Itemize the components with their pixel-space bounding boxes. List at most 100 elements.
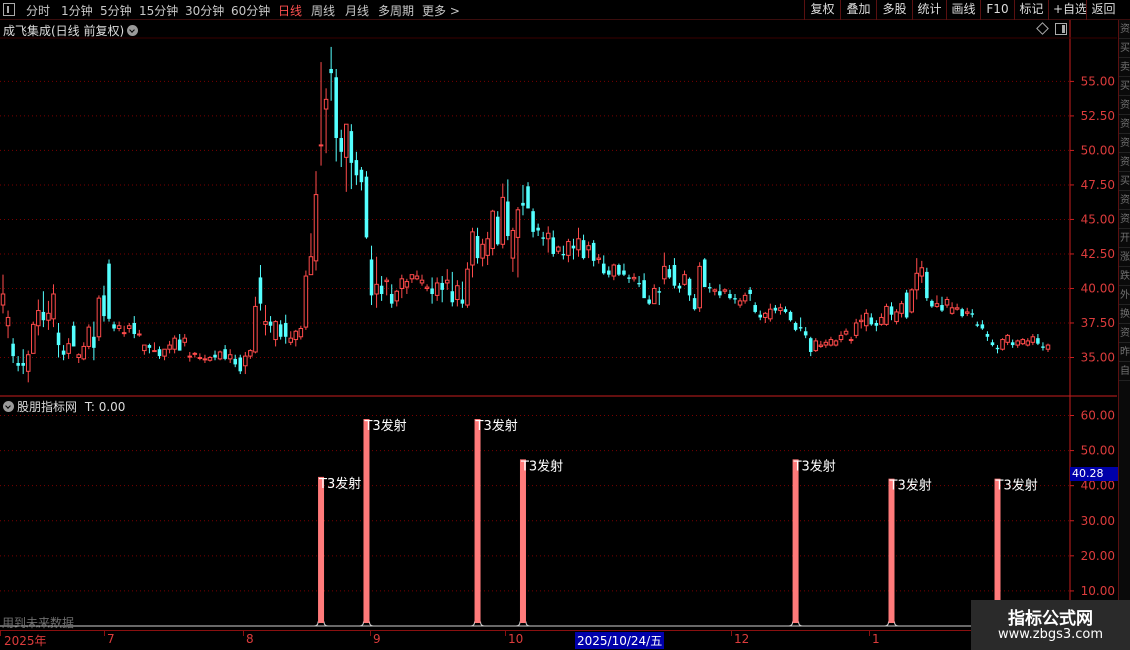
- candle-body-up: [419, 279, 425, 284]
- strip-char: 买: [1119, 172, 1130, 191]
- period-30min[interactable]: 30分钟: [185, 2, 224, 19]
- candle-body-down: [985, 334, 990, 337]
- current-value-tag: 40.28: [1070, 467, 1118, 481]
- candle-body-up: [697, 265, 702, 309]
- candle-body-up: [722, 289, 728, 292]
- period-1min[interactable]: 1分钟: [61, 2, 93, 19]
- candle-body-up: [964, 311, 970, 314]
- date-tick: [505, 631, 506, 636]
- period-5min[interactable]: 5分钟: [100, 2, 132, 19]
- period-60min[interactable]: 60分钟: [231, 2, 270, 19]
- candle-body-up: [763, 312, 768, 318]
- strip-char: 自: [1119, 362, 1130, 381]
- candle-body-up: [414, 275, 420, 280]
- candle-body-down: [783, 309, 788, 312]
- candle-body-up: [470, 231, 475, 266]
- candle-body-up: [192, 352, 198, 355]
- period-more[interactable]: 更多 >: [422, 2, 460, 19]
- candle-body-down: [940, 305, 944, 311]
- multi-stock-button[interactable]: 多股: [876, 0, 912, 20]
- window-layout-icon[interactable]: [1055, 23, 1067, 35]
- overlay-button[interactable]: 叠加: [840, 0, 876, 20]
- date-label: 10: [508, 632, 524, 646]
- candle-body-up: [813, 340, 819, 352]
- date-label: 12: [734, 632, 750, 646]
- candle-body-down: [733, 298, 737, 300]
- period-intraday[interactable]: 分时: [26, 2, 50, 19]
- candle-body-down: [369, 259, 374, 296]
- period-monthly[interactable]: 月线: [345, 2, 369, 19]
- candle-body-down: [521, 202, 525, 206]
- signal-label: T3发射: [318, 476, 361, 492]
- candle-body-up: [823, 341, 829, 346]
- panel-toggle-icon[interactable]: [3, 3, 15, 16]
- candle-body-down: [268, 321, 273, 326]
- candle-body-down: [869, 317, 874, 325]
- candle-body-up: [712, 289, 718, 292]
- add-watchlist-button[interactable]: +自选: [1048, 0, 1087, 20]
- candle-body-up: [944, 299, 950, 306]
- back-button[interactable]: 返回: [1086, 0, 1120, 20]
- candle-body-down: [657, 291, 662, 293]
- period-weekly[interactable]: 周线: [311, 2, 335, 19]
- mark-button[interactable]: 标记: [1014, 0, 1048, 20]
- candle-body-up: [954, 307, 960, 310]
- strip-char: 买: [1119, 39, 1130, 58]
- candle-body-down: [1041, 346, 1045, 348]
- price-tick-label: 42.50: [1081, 247, 1115, 261]
- candle-body-up: [833, 340, 839, 346]
- candle-body-up: [884, 305, 889, 325]
- candle-body-up: [46, 312, 51, 321]
- candle-body-up: [197, 356, 203, 359]
- draw-line-button[interactable]: 画线: [946, 0, 980, 20]
- period-15min[interactable]: 15分钟: [139, 2, 178, 19]
- indicator-tick-label: 10.00: [1081, 584, 1115, 598]
- chevron-down-icon[interactable]: [127, 25, 139, 36]
- candle-body-down: [495, 216, 500, 245]
- candle-body-down: [904, 292, 909, 318]
- indicator-title: 股朋指标网 T: 0.00: [3, 398, 125, 415]
- price-tick-label: 40.00: [1081, 281, 1115, 295]
- candle-body-up: [142, 344, 147, 352]
- date-tick: [0, 631, 1, 636]
- candle-body-up: [500, 196, 506, 245]
- candle-body-up: [207, 356, 213, 361]
- candle-body-down: [536, 227, 540, 231]
- strip-char: 资: [1119, 191, 1130, 210]
- f10-button[interactable]: F10: [980, 0, 1014, 20]
- candle-body-down: [349, 131, 354, 163]
- candle-body-down: [622, 270, 626, 275]
- candle-body-up: [202, 358, 208, 361]
- cursor-date-label: 2025/10/24/五: [575, 632, 665, 649]
- candle-body-down: [561, 253, 566, 256]
- candle-body-up: [86, 326, 92, 347]
- candle-body-down: [11, 343, 15, 357]
- candle-body-down: [61, 350, 66, 355]
- candle-body-up: [566, 241, 571, 256]
- strip-char: 资: [1119, 96, 1130, 115]
- candle-body-up: [434, 282, 440, 296]
- candle-body-up: [96, 297, 102, 338]
- candle-body-up: [318, 144, 324, 147]
- strip-char: 资: [1119, 153, 1130, 172]
- chevron-down-icon[interactable]: [3, 401, 14, 412]
- candle-body-up: [515, 209, 521, 238]
- candle-body-down: [283, 322, 288, 337]
- candle-body-up: [227, 354, 233, 360]
- side-info-strip[interactable]: 资 买 卖 买 资 资 资 资 买 资 资 开 涨 跌 外 换 资 昨 自: [1118, 20, 1130, 630]
- period-multi[interactable]: 多周期: [378, 2, 414, 19]
- candle-body-up: [934, 303, 940, 307]
- candle-body-up: [879, 316, 884, 325]
- candle-body-down: [531, 211, 535, 232]
- candle-body-down: [238, 357, 243, 372]
- candle-body-up: [323, 98, 329, 110]
- candle-body-down: [607, 270, 611, 275]
- candle-body-down: [526, 186, 530, 209]
- candle-body-up: [858, 319, 864, 323]
- candle-body-down: [1036, 338, 1040, 344]
- candle-body-down: [672, 265, 677, 286]
- statistics-button[interactable]: 统计: [912, 0, 946, 20]
- period-daily[interactable]: 日线: [278, 2, 302, 19]
- adjust-button[interactable]: 复权: [804, 0, 840, 20]
- candle-body-up: [126, 325, 132, 330]
